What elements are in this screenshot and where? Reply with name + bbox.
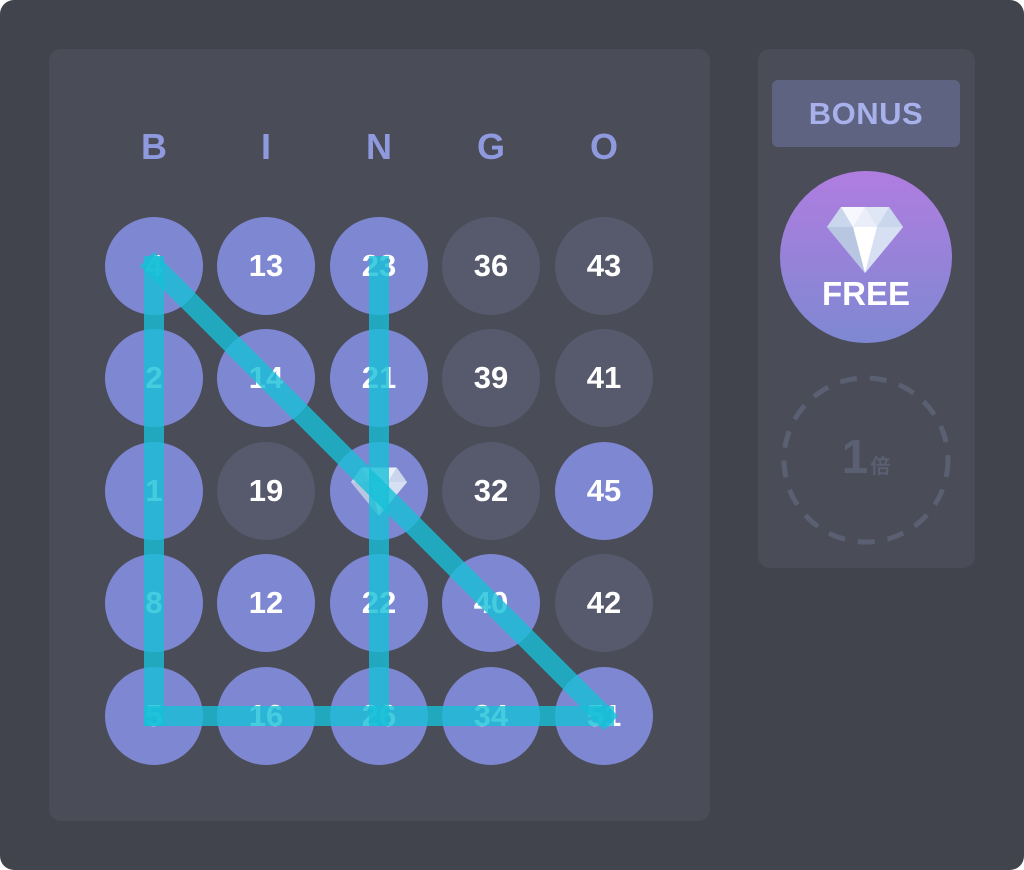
marked-ball-4[interactable]: 4 [105,217,203,315]
marked-ball-8[interactable]: 8 [105,554,203,652]
unmarked-ball-41[interactable]: 41 [555,329,653,427]
multiplier-number: 1 [841,431,869,484]
bonus-button-label: BONUS [808,95,924,131]
unmarked-ball-43[interactable]: 43 [555,217,653,315]
header-letter-g: G [476,126,505,167]
diamond-icon [351,467,407,516]
marked-ball-5[interactable]: 5 [105,667,203,765]
multiplier-value: 1倍 [780,430,952,485]
marked-ball-23[interactable]: 23 [330,217,428,315]
free-label: FREE [821,275,910,312]
marked-ball-2[interactable]: 2 [105,329,203,427]
marked-ball-22[interactable]: 22 [330,554,428,652]
header-letter-n: N [366,126,392,167]
multiplier-unit: 倍 [870,456,891,478]
marked-ball-14[interactable]: 14 [217,329,315,427]
unmarked-ball-39[interactable]: 39 [442,329,540,427]
marked-ball-51[interactable]: 51 [555,667,653,765]
header-letter-i: I [260,126,271,167]
marked-ball-16[interactable]: 16 [217,667,315,765]
unmarked-ball-19[interactable]: 19 [217,442,315,540]
free-bonus-badge: FREE [780,171,952,343]
marked-ball-21[interactable]: 21 [330,329,428,427]
diamond-icon [827,207,903,273]
marked-ball-26[interactable]: 26 [330,667,428,765]
unmarked-ball-32[interactable]: 32 [442,442,540,540]
marked-ball-34[interactable]: 34 [442,667,540,765]
marked-ball-13[interactable]: 13 [217,217,315,315]
marked-ball-40[interactable]: 40 [442,554,540,652]
multiplier-slot: 1倍 [780,374,952,546]
bonus-button[interactable]: BONUS [772,80,960,147]
marked-ball-1[interactable]: 1 [105,442,203,540]
unmarked-ball-36[interactable]: 36 [442,217,540,315]
header-letter-o: O [589,126,618,167]
unmarked-ball-42[interactable]: 42 [555,554,653,652]
header-letter-b: B [141,126,167,167]
marked-ball-45[interactable]: 45 [555,442,653,540]
free-space[interactable] [330,442,428,540]
marked-ball-12[interactable]: 12 [217,554,315,652]
